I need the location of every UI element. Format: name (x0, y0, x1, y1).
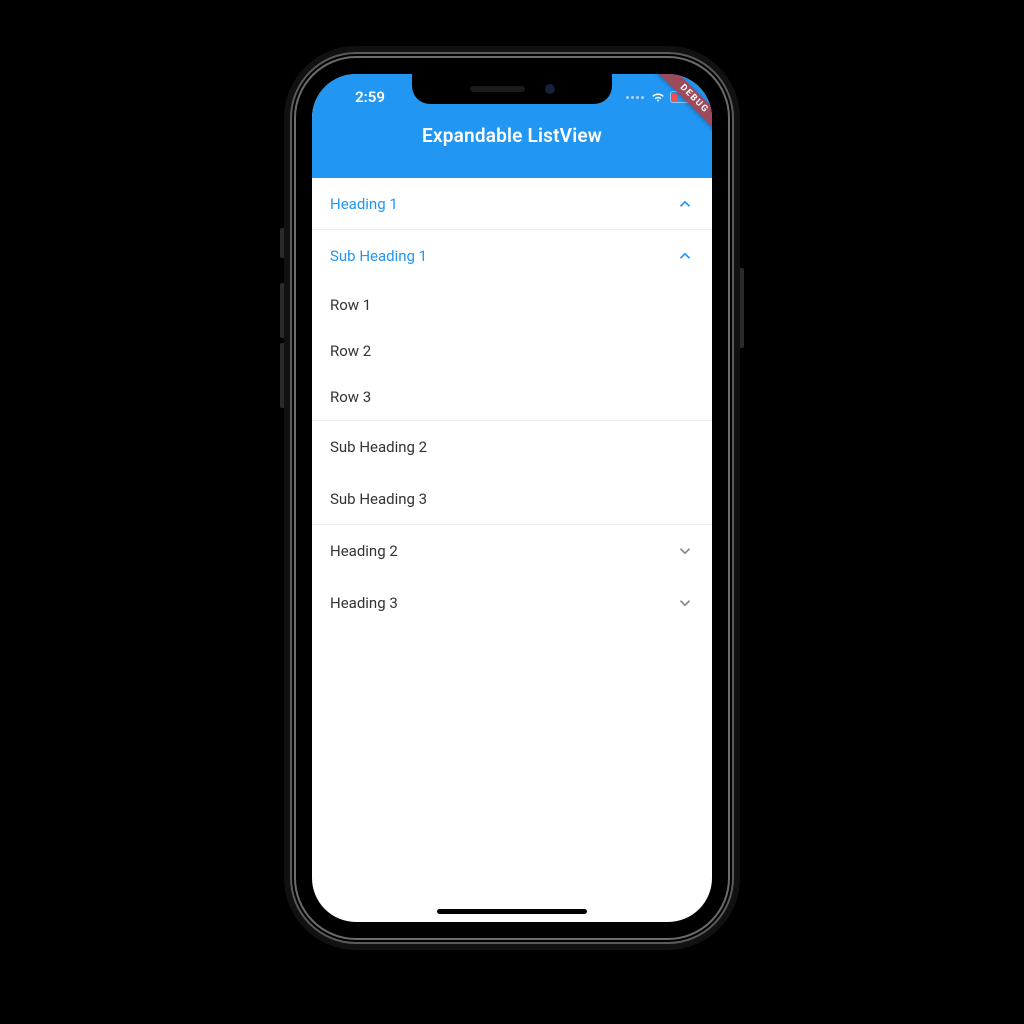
sub-heading-label: Sub Heading 1 (330, 247, 676, 265)
list-row[interactable]: Row 3 (312, 374, 712, 420)
chevron-up-icon (676, 195, 694, 213)
screen: DEBUG 2:59 (312, 74, 712, 922)
expandable-list[interactable]: Heading 1 Sub Heading 1 Row 1 Row 2 Row … (312, 178, 712, 629)
chevron-down-icon (676, 594, 694, 612)
heading-label: Heading 1 (330, 195, 676, 213)
page-title: Expandable ListView (312, 124, 712, 147)
power-button (740, 268, 744, 348)
sub-heading-label: Sub Heading 2 (330, 438, 694, 456)
heading-1-tile[interactable]: Heading 1 (312, 178, 712, 230)
heading-label: Heading 3 (330, 594, 676, 612)
chevron-up-icon (676, 247, 694, 265)
home-indicator[interactable] (437, 909, 587, 914)
heading-3-tile[interactable]: Heading 3 (312, 577, 712, 629)
volume-buttons (280, 228, 284, 258)
notch (412, 74, 612, 104)
list-row[interactable]: Row 1 (312, 282, 712, 328)
chevron-down-icon (676, 542, 694, 560)
cellular-icon (626, 96, 644, 99)
heading-2-tile[interactable]: Heading 2 (312, 525, 712, 577)
status-time: 2:59 (330, 88, 410, 106)
front-camera (545, 84, 555, 94)
sub-heading-2-tile[interactable]: Sub Heading 2 (312, 421, 712, 473)
wifi-icon (650, 91, 666, 103)
sub-heading-3-tile[interactable]: Sub Heading 3 (312, 473, 712, 525)
heading-label: Heading 2 (330, 542, 676, 560)
speaker (470, 86, 525, 92)
phone-frame: DEBUG 2:59 (296, 58, 728, 938)
sub-heading-1-tile[interactable]: Sub Heading 1 (312, 230, 712, 282)
sub-heading-label: Sub Heading 3 (330, 490, 694, 508)
list-row[interactable]: Row 2 (312, 328, 712, 374)
